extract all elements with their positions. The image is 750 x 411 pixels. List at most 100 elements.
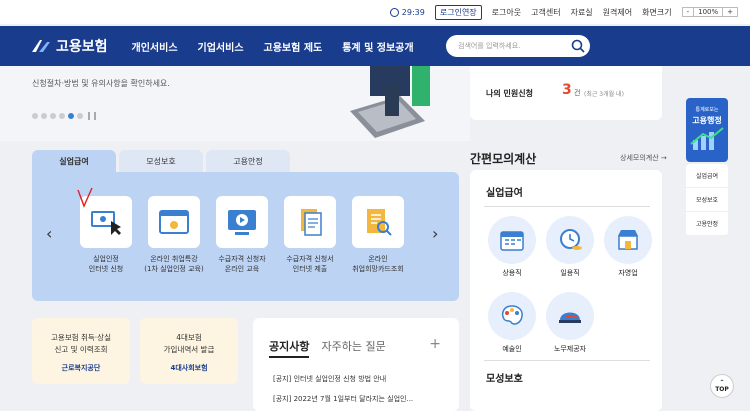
quick-maternity[interactable]: 모성보호 <box>686 188 728 212</box>
browser-icon <box>159 210 189 234</box>
timer-value: 29:39 <box>401 7 425 17</box>
service-line2: 인터넷 제출 <box>292 265 328 273</box>
card-four-insurance[interactable]: 4대보험 가입내역서 발급 4대사회보험 <box>140 318 238 384</box>
carousel-dot[interactable] <box>77 113 83 119</box>
job-daily[interactable]: 일용직 <box>544 216 596 278</box>
notice-tabs: 공지사항 자주하는 질문 <box>269 338 386 358</box>
service-online-education[interactable]: 수급자격 신청자 온라인 교육 <box>206 196 278 274</box>
zoom-level: 100% <box>693 8 724 16</box>
service-job-card-lookup[interactable]: 온라인 취업희망카드조회 <box>342 196 414 274</box>
site-logo[interactable]: 고용보험 <box>30 36 108 56</box>
customer-center-link[interactable]: 고객센터 <box>531 7 560 18</box>
card-line1: 4대보험 <box>176 333 202 342</box>
notice-item[interactable]: [공지] 2022년 7월 1일부터 달라지는 실업인... <box>273 394 413 404</box>
complaints-count: 3 <box>562 82 572 98</box>
quick-menu: 실업급여 모성보호 고용안정 <box>686 164 728 236</box>
my-complaints-box[interactable]: 나의 민원신청 3 건 (최근 3개월 내) <box>470 66 662 120</box>
computer-click-icon <box>91 211 121 235</box>
prev-arrow-icon[interactable]: ‹ <box>46 224 52 243</box>
stats-banner[interactable]: 통계로보는 고용행정 <box>686 98 728 162</box>
menu-business[interactable]: 기업서비스 <box>198 39 244 54</box>
menu-statistics[interactable]: 통계 및 정보공개 <box>342 39 413 54</box>
carousel-dot[interactable] <box>59 113 65 119</box>
pause-icon[interactable] <box>88 112 96 120</box>
card-line1: 고용보험 취득·상실 <box>51 333 111 342</box>
service-line2: 취업희망카드조회 <box>352 265 404 273</box>
notice-board: 공지사항 자주하는 질문 + [공지] 인터넷 실업인정 신청 방법 안내 [공… <box>253 318 459 411</box>
next-arrow-icon[interactable]: › <box>432 224 438 243</box>
quick-stability[interactable]: 고용안정 <box>686 212 728 236</box>
menu-insurance-system[interactable]: 고용보험 제도 <box>264 39 323 54</box>
service-line1: 온라인 <box>368 255 388 263</box>
carousel-dot[interactable] <box>32 113 38 119</box>
main-nav: 고용보험 개인서비스 기업서비스 고용보험 제도 통계 및 정보공개 검색어를 … <box>0 26 750 66</box>
scroll-top-button[interactable]: ⌃ TOP <box>710 374 734 398</box>
tab-employment-stability[interactable]: 고용안정 <box>206 150 290 172</box>
complaints-label: 나의 민원신청 <box>486 89 533 98</box>
stats-banner-small: 통계로보는 <box>695 107 719 113</box>
clock-icon <box>389 7 399 17</box>
detailed-calc-label: 상세모의계산 <box>620 154 659 162</box>
card-org: 4대사회보험 <box>170 364 208 372</box>
carousel-dot-active[interactable] <box>68 113 74 119</box>
calc-panel: 실업급여 상용직 일용직 자영업 예술인 노무제공자 모성보호 <box>470 170 662 411</box>
stats-banner-big: 고용행정 <box>692 116 722 125</box>
palette-icon <box>488 292 536 340</box>
service-icon-box <box>216 196 268 248</box>
service-line2: 온라인 교육 <box>224 265 260 273</box>
more-plus-icon[interactable]: + <box>429 336 441 352</box>
zoom-in-button[interactable]: + <box>723 8 737 16</box>
service-icon-box <box>352 196 404 248</box>
job-artist[interactable]: 예술인 <box>486 292 538 354</box>
zoom-control: - 100% + <box>681 7 738 17</box>
carousel-dot[interactable] <box>41 113 47 119</box>
extend-login-button[interactable]: 로그인연장 <box>434 4 482 20</box>
carousel-dot[interactable] <box>50 113 56 119</box>
complaints-unit: 건 <box>574 89 581 97</box>
job-regular[interactable]: 상용직 <box>486 216 538 278</box>
document-icon <box>301 209 322 236</box>
top-label: TOP <box>715 386 729 393</box>
job-self-employed[interactable]: 자영업 <box>602 216 654 278</box>
search-icon[interactable] <box>571 39 585 53</box>
job-label: 일용직 <box>560 269 580 277</box>
service-line1: 수급자격 신청자 <box>218 255 266 263</box>
gnb-menu: 개인서비스 기업서비스 고용보험 제도 통계 및 정보공개 <box>132 39 434 54</box>
tab-maternity-protection[interactable]: 모성보호 <box>119 150 203 172</box>
logo-text: 고용보험 <box>56 39 108 55</box>
library-link[interactable]: 자료실 <box>571 7 593 18</box>
divider <box>484 206 650 207</box>
chart-rising-icon <box>690 127 724 150</box>
service-line2: 인터넷 신청 <box>88 265 124 273</box>
quick-unemployment[interactable]: 실업급여 <box>686 164 728 188</box>
logout-link[interactable]: 로그아웃 <box>492 7 521 18</box>
notice-item[interactable]: [공지] 인터넷 실업인정 신청 방법 안내 <box>273 374 386 384</box>
search-input[interactable]: 검색어를 입력하세요. <box>446 35 590 57</box>
service-icon-box <box>284 196 336 248</box>
tab-faq[interactable]: 자주하는 질문 <box>321 338 385 358</box>
service-line1: 실업인정 <box>93 255 119 263</box>
video-play-icon <box>228 210 256 235</box>
job-label: 자영업 <box>618 269 638 277</box>
service-online-job-lecture[interactable]: 온라인 취업특강 (1차 실업인정 교육) <box>138 196 210 274</box>
tab-unemployment-benefit[interactable]: 실업급여 <box>32 150 116 172</box>
calendar-icon <box>488 216 536 264</box>
card-insurance-history[interactable]: 고용보험 취득·상실 신고 및 이력조회 근로복지공단 <box>32 318 130 384</box>
chevron-up-icon: ⌃ <box>719 379 725 386</box>
session-timer: 29:39 <box>389 7 425 17</box>
utility-bar: 29:39 로그인연장 로그아웃 고객센터 자료실 원격제어 화면크기 - 10… <box>0 0 750 24</box>
hero-subtitle: 신청절차·방법 및 유의사항을 확인하세요. <box>32 79 170 88</box>
hero-banner: 신청절차·방법 및 유의사항을 확인하세요. <box>0 66 470 141</box>
remote-control-link[interactable]: 원격제어 <box>603 7 632 18</box>
zoom-out-button[interactable]: - <box>683 8 694 16</box>
calc-section-unemployment: 실업급여 <box>486 188 523 199</box>
service-application-submit[interactable]: 수급자격 신청서 인터넷 제출 <box>274 196 346 274</box>
shop-icon <box>604 216 652 264</box>
card-line2: 신고 및 이력조회 <box>54 345 108 354</box>
job-labor-provider[interactable]: 노무제공자 <box>544 292 596 354</box>
menu-personal[interactable]: 개인서비스 <box>132 39 178 54</box>
tab-notices[interactable]: 공지사항 <box>269 338 310 358</box>
detailed-calc-link[interactable]: 상세모의계산 → <box>620 153 667 163</box>
red-check-mark <box>77 187 93 208</box>
service-panel: ‹ › 실업인정 인터넷 신청 온라인 취업특강 (1차 실업인정 교육) 수급… <box>32 172 459 301</box>
